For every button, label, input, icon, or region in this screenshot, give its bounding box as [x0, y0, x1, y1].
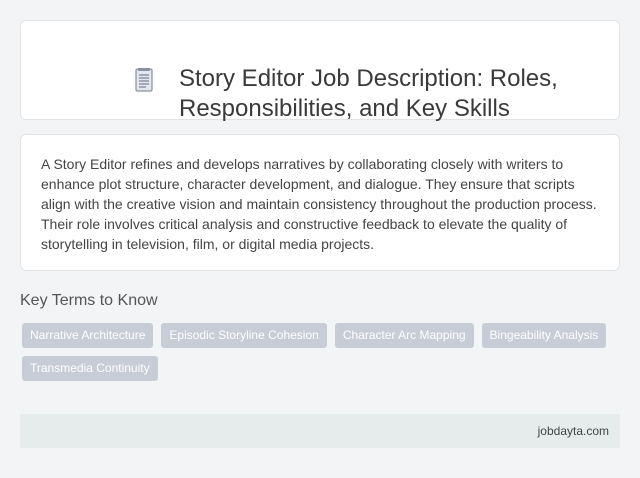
tag-character-arc-mapping[interactable]: Character Arc Mapping [334, 323, 474, 348]
title-card: Story Editor Job Description: Roles, Res… [20, 20, 620, 122]
tag-episodic-storyline-cohesion[interactable]: Episodic Storyline Cohesion [161, 323, 327, 348]
document-icon [134, 68, 154, 92]
page-title: Story Editor Job Description: Roles, Res… [179, 65, 558, 122]
tag-transmedia-continuity[interactable]: Transmedia Continuity [22, 356, 158, 381]
tag-bingeability-analysis[interactable]: Bingeability Analysis [481, 323, 607, 348]
footer: jobdayta.com [20, 414, 620, 448]
footer-site-link[interactable]: jobdayta.com [538, 424, 609, 438]
page: Story Editor Job Description: Roles, Res… [0, 0, 640, 478]
tag-narrative-architecture[interactable]: Narrative Architecture [22, 323, 154, 348]
description-card: A Story Editor refines and develops narr… [20, 134, 620, 271]
description-text: A Story Editor refines and develops narr… [41, 156, 597, 252]
key-terms-heading: Key Terms to Know [20, 292, 158, 309]
key-terms-tags: Narrative Architecture Episodic Storylin… [22, 323, 612, 381]
